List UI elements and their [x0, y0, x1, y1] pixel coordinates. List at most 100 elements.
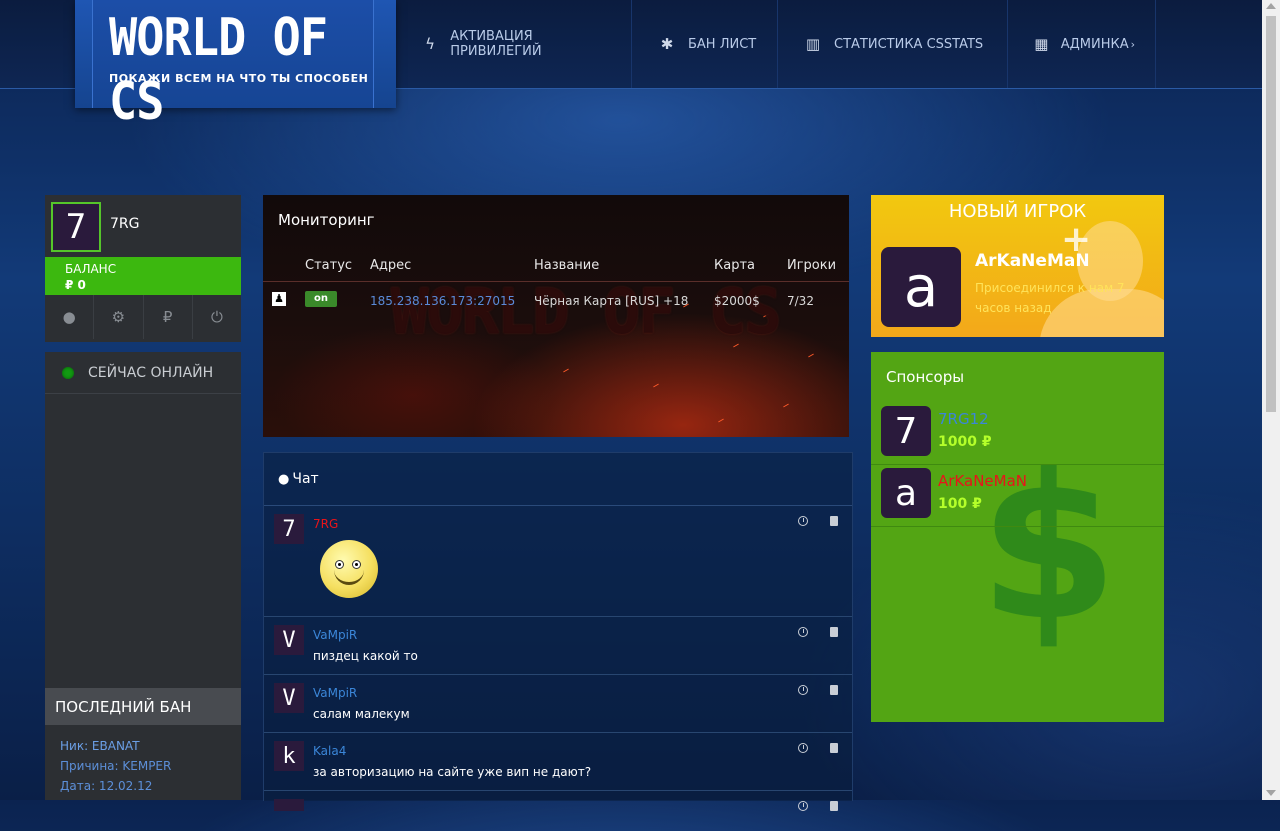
- chat-text: салам малекум: [313, 707, 410, 721]
- chat-avatar[interactable]: V: [274, 625, 304, 655]
- decor-spark: [808, 353, 814, 358]
- chat-message: [264, 791, 852, 831]
- chat-avatar[interactable]: k: [274, 741, 304, 771]
- logo-title: WORLD OF CS: [109, 8, 328, 132]
- last-ban-reason: Причина: KEMPER: [60, 759, 172, 773]
- balance-label: БАЛАНС: [65, 262, 117, 276]
- power-icon: ⏻: [210, 308, 223, 326]
- sponsor-avatar[interactable]: 7: [881, 406, 931, 456]
- server-status-badge: on: [305, 291, 337, 307]
- scroll-thumb[interactable]: [1266, 16, 1276, 412]
- clock-icon[interactable]: [798, 627, 808, 637]
- user-actions: ● ⚙ ₽ ⏻: [45, 295, 241, 339]
- clock-icon[interactable]: [798, 516, 808, 526]
- nav-ban-list[interactable]: ✱ БАН ЛИСТ: [632, 0, 778, 88]
- user-avatar[interactable]: 7: [51, 202, 101, 252]
- chat-text: за авторизацию на сайте уже вип не дают?: [313, 765, 592, 779]
- sponsor-item[interactable]: 7 7RG12 1000 ₽: [871, 402, 1164, 465]
- chat-message: V VaMpiR салам малекум: [264, 675, 852, 733]
- chevron-right-icon: ›: [1130, 37, 1135, 51]
- chat-title: Чат: [292, 471, 319, 487]
- user-panel: 7 7RG БАЛАНС ₽ 0 ● ⚙ ₽ ⏻: [45, 195, 241, 342]
- chat-message: k Kala4 за авторизацию на сайте уже вип …: [264, 733, 852, 791]
- new-player-panel: + НОВЫЙ ИГРОК a ArKaNeMaN Присоединился …: [871, 195, 1164, 337]
- chat-header: ● Чат: [264, 453, 852, 506]
- nav-label: БАН ЛИСТ: [688, 36, 757, 52]
- col-address: Адрес: [370, 258, 412, 273]
- new-player-title: НОВЫЙ ИГРОК: [948, 201, 1087, 222]
- chat-avatar[interactable]: 7: [274, 514, 304, 544]
- bug-icon: ✱: [660, 35, 674, 53]
- site-logo[interactable]: WORLD OF CS ПОКАЖИ ВСЕМ НА ЧТО ТЫ СПОСОБ…: [75, 0, 396, 132]
- col-players: Игроки: [787, 258, 837, 273]
- smiley-emoticon-icon: [320, 540, 378, 598]
- speech-bubble-icon: ●: [278, 471, 290, 487]
- payment-button[interactable]: ₽: [144, 295, 193, 339]
- new-player-name[interactable]: ArKaNeMaN: [975, 251, 1090, 271]
- monitoring-panel: WORLD OF CS Мониторинг Статус Адрес Назв…: [263, 195, 849, 437]
- scroll-up-arrow-icon[interactable]: [1266, 3, 1276, 9]
- col-map: Карта: [714, 258, 755, 273]
- sponsor-avatar[interactable]: a: [881, 468, 931, 518]
- decor-spark: [563, 368, 569, 373]
- decor-spark: [783, 403, 789, 408]
- sponsor-amount: 1000 ₽: [938, 434, 992, 450]
- chat-avatar[interactable]: V: [274, 683, 304, 713]
- online-header: СЕЙЧАС ОНЛАЙН: [45, 352, 241, 394]
- balance-panel[interactable]: БАЛАНС ₽ 0: [45, 257, 241, 295]
- chat-nick[interactable]: 7RG: [313, 517, 338, 531]
- last-ban-nick[interactable]: Ник: EBANAT: [60, 736, 171, 756]
- nav-label: АКТИВАЦИЯ ПРИВИЛЕГИЙ: [450, 29, 542, 59]
- col-name: Название: [534, 258, 600, 273]
- trash-icon[interactable]: [830, 685, 838, 695]
- balance-value: ₽ 0: [65, 278, 86, 292]
- last-ban-title: ПОСЛЕДНИЙ БАН: [55, 697, 192, 716]
- chat-nick[interactable]: Kala4: [313, 744, 346, 758]
- new-player-joined: Присоединился к нам 7 часов назад: [975, 281, 1125, 315]
- chat-panel: ● Чат 7 7RG V VaMpiR пиздец какой то V V…: [263, 452, 853, 811]
- sponsors-panel: $ Спонсоры 7 7RG12 1000 ₽ a ArKaNeMaN 10…: [871, 352, 1164, 722]
- user-icon: ●: [62, 308, 76, 326]
- col-status: Статус: [305, 258, 353, 273]
- scroll-down-arrow-icon[interactable]: [1266, 790, 1276, 796]
- decor-spark: [718, 418, 724, 423]
- profile-button[interactable]: ●: [45, 295, 95, 339]
- sponsor-amount: 100 ₽: [938, 496, 982, 512]
- online-panel: СЕЙЧАС ОНЛАЙН ПОСЛЕДНИЙ БАН Ник: EBANAT …: [45, 352, 241, 800]
- user-name[interactable]: 7RG: [110, 216, 139, 232]
- nav-admin[interactable]: ▦ АДМИНКА ›: [1008, 0, 1156, 88]
- trash-icon[interactable]: [830, 801, 838, 811]
- logo-subtitle: ПОКАЖИ ВСЕМ НА ЧТО ТЫ СПОСОБЕН: [109, 72, 369, 85]
- clock-icon[interactable]: [798, 743, 808, 753]
- online-status-dot-icon: [62, 366, 74, 379]
- sponsor-name[interactable]: ArKaNeMaN: [938, 472, 1027, 490]
- settings-button[interactable]: ⚙: [94, 295, 144, 339]
- chat-nick[interactable]: VaMpiR: [313, 628, 357, 642]
- chat-nick[interactable]: VaMpiR: [313, 686, 357, 700]
- clock-icon[interactable]: [798, 801, 808, 811]
- table-icon: ▦: [1034, 35, 1049, 53]
- chat-avatar[interactable]: [274, 799, 304, 811]
- server-players: 7/32: [787, 294, 814, 308]
- page-scrollbar[interactable]: [1262, 0, 1280, 800]
- ruble-icon: ₽: [162, 308, 173, 326]
- trash-icon[interactable]: [830, 627, 838, 637]
- logout-button[interactable]: ⏻: [193, 295, 241, 339]
- server-row[interactable]: ♟ on 185.238.136.173:27015 Чёрная Карта …: [263, 289, 849, 313]
- chat-text: пиздец какой то: [313, 649, 418, 663]
- main-nav: ϟ АКТИВАЦИЯ ПРИВИЛЕГИЙ ✱ БАН ЛИСТ ▥ СТАТ…: [396, 0, 1156, 88]
- clock-icon[interactable]: [798, 685, 808, 695]
- sponsor-name[interactable]: 7RG12: [938, 410, 989, 428]
- last-ban-header: ПОСЛЕДНИЙ БАН: [45, 688, 241, 725]
- server-address-link[interactable]: 185.238.136.173:27015: [370, 294, 515, 308]
- bolt-icon: ϟ: [425, 35, 436, 53]
- trash-icon[interactable]: [830, 516, 838, 526]
- sponsor-item[interactable]: a ArKaNeMaN 100 ₽: [871, 464, 1164, 527]
- nav-label: СТАТИСТИКА CSSTATS: [834, 36, 984, 52]
- trash-icon[interactable]: [830, 743, 838, 753]
- online-title: СЕЙЧАС ОНЛАЙН: [88, 364, 214, 381]
- new-player-avatar[interactable]: a: [881, 247, 961, 327]
- nav-csstats[interactable]: ▥ СТАТИСТИКА CSSTATS: [778, 0, 1008, 88]
- monitoring-title: Мониторинг: [278, 211, 375, 229]
- nav-activate-privileges[interactable]: ϟ АКТИВАЦИЯ ПРИВИЛЕГИЙ: [396, 0, 632, 88]
